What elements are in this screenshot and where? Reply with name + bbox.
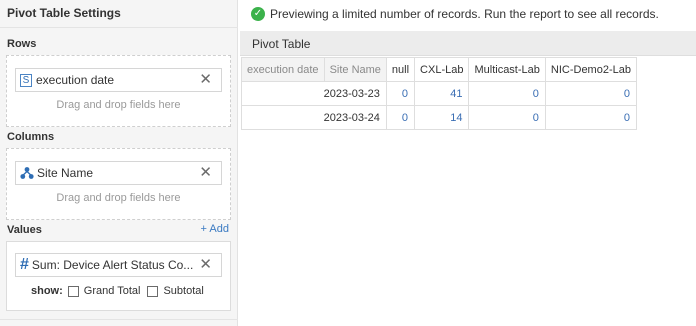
- columns-dropzone[interactable]: Site Name ✕ Drag and drop fields here: [6, 148, 231, 220]
- close-icon[interactable]: ✕: [199, 72, 212, 88]
- show-label: show:: [31, 285, 63, 297]
- grand-total-checkbox[interactable]: [67, 285, 79, 297]
- columns-drop-hint: Drag and drop fields here: [56, 192, 181, 204]
- columns-field-label: Site Name: [37, 166, 94, 180]
- values-box: # Sum: Device Alert Status Co... ✕: [6, 241, 231, 311]
- subtotal-checkbox[interactable]: [147, 285, 159, 297]
- values-field-label: Sum: Device Alert Status Co...: [31, 258, 194, 272]
- check-circle-icon: ✓: [251, 7, 265, 21]
- row-header[interactable]: Site Name: [323, 57, 387, 82]
- table-header-row: execution date Site Name null CXL-Lab Mu…: [241, 57, 637, 82]
- panel-title: Pivot Table Settings: [7, 6, 121, 20]
- string-type-icon: S: [20, 73, 32, 87]
- rows-section-label: Rows: [7, 38, 37, 50]
- table-cell: 0: [544, 81, 637, 106]
- table-cell: 0: [385, 105, 416, 130]
- column-header: null: [385, 57, 416, 82]
- row-label: 2023-03-24: [241, 105, 387, 130]
- preview-banner: ✓ Previewing a limited number of records…: [251, 7, 659, 21]
- divider: [0, 27, 238, 28]
- values-field-chip[interactable]: # Sum: Device Alert Status Co... ✕: [15, 253, 222, 277]
- divider: [0, 319, 238, 320]
- grand-total-label[interactable]: Grand Total: [84, 285, 141, 297]
- pivot-table: execution date Site Name null CXL-Lab Mu…: [241, 57, 637, 130]
- pivot-table-title: Pivot Table: [252, 37, 311, 51]
- close-icon[interactable]: ✕: [199, 165, 212, 181]
- show-options: show: Grand Total Subtotal: [31, 285, 211, 297]
- pivot-settings-panel: Pivot Table Settings Rows S execution da…: [0, 0, 238, 326]
- subtotal-label[interactable]: Subtotal: [163, 285, 203, 297]
- table-cell: 0: [544, 105, 637, 130]
- add-value-button[interactable]: + Add: [201, 223, 229, 235]
- rows-dropzone[interactable]: S execution date ✕ Drag and drop fields …: [6, 55, 231, 127]
- banner-text: Previewing a limited number of records. …: [270, 7, 659, 21]
- table-cell: 0: [468, 105, 546, 130]
- table-cell: 14: [414, 105, 470, 130]
- row-label: 2023-03-23: [241, 81, 387, 106]
- column-header: NIC-Demo2-Lab: [544, 57, 637, 82]
- columns-field-chip[interactable]: Site Name ✕: [15, 161, 222, 185]
- table-row: 2023-03-23 0 41 0 0: [241, 81, 637, 106]
- close-icon[interactable]: ✕: [199, 257, 212, 273]
- table-cell: 41: [414, 81, 470, 106]
- row-header[interactable]: execution date: [241, 57, 325, 82]
- rows-field-label: execution date: [36, 73, 115, 87]
- rows-field-chip[interactable]: S execution date ✕: [15, 68, 222, 92]
- site-hierarchy-icon: [20, 166, 34, 180]
- columns-section-label: Columns: [7, 131, 55, 143]
- values-section-label: Values: [7, 224, 42, 236]
- table-cell: 0: [468, 81, 546, 106]
- column-header: Multicast-Lab: [468, 57, 546, 82]
- pivot-table-header: Pivot Table: [240, 31, 696, 56]
- number-type-icon: #: [20, 256, 29, 273]
- rows-drop-hint: Drag and drop fields here: [56, 99, 181, 111]
- table-cell: 0: [385, 81, 416, 106]
- table-row: 2023-03-24 0 14 0 0: [241, 105, 637, 130]
- column-header: CXL-Lab: [414, 57, 470, 82]
